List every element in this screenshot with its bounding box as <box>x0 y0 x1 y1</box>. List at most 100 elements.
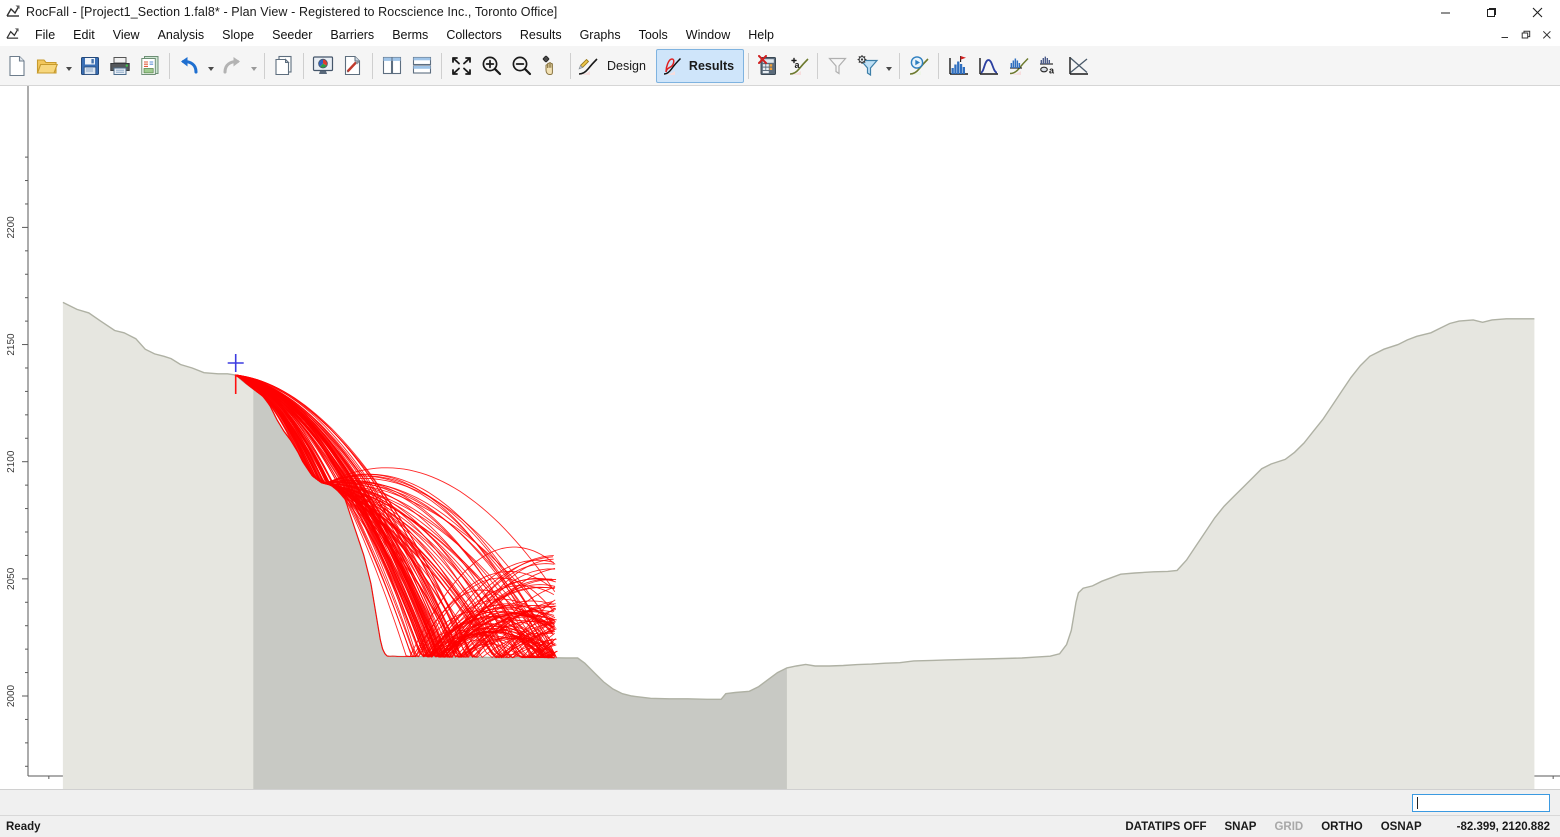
close-button[interactable] <box>1514 0 1560 24</box>
command-input[interactable] <box>1412 793 1550 812</box>
animate-button[interactable] <box>904 49 934 83</box>
plan-view-canvas[interactable]: -300-250-200-150-100-5005010015020025030… <box>0 86 1560 789</box>
menu-seeder[interactable]: Seeder <box>263 26 321 44</box>
rocfall-logo-icon <box>0 4 26 20</box>
add-data-point-button[interactable]: a <box>783 49 813 83</box>
pan-hand-icon <box>542 55 553 75</box>
main-toolbar: Design Results a a <box>0 46 1560 86</box>
copy-button[interactable] <box>269 49 299 83</box>
new-file-button[interactable] <box>2 49 32 83</box>
design-mode-label: Design <box>607 58 646 73</box>
menu-results[interactable]: Results <box>511 26 571 44</box>
toolbar-separator <box>748 52 750 79</box>
new-document-icon <box>9 55 25 76</box>
pan-button[interactable] <box>536 49 566 83</box>
document-logo-icon <box>0 27 26 43</box>
cumulative-button[interactable] <box>1003 49 1033 83</box>
menu-file[interactable]: File <box>26 26 64 44</box>
menu-help[interactable]: Help <box>739 26 783 44</box>
zoom-out-magnifier-icon <box>512 56 531 76</box>
tile-vertical-button[interactable] <box>377 49 407 83</box>
y-axis-tick-label: 2050 <box>6 567 17 590</box>
mdi-restore-button[interactable] <box>1516 26 1535 45</box>
status-snap-toggle[interactable]: SNAP <box>1216 821 1266 833</box>
undo-arrow-icon <box>181 56 198 74</box>
toolbar-separator <box>899 52 901 79</box>
redo-dropdown-caret[interactable] <box>247 49 260 83</box>
zoom-out-button[interactable] <box>506 49 536 83</box>
text-cursor-icon <box>1417 796 1418 809</box>
filter-settings-dropdown-caret[interactable] <box>882 49 895 83</box>
open-file-button[interactable] <box>32 49 62 83</box>
funnel-settings-icon <box>857 55 878 76</box>
compute-button[interactable] <box>753 49 783 83</box>
open-file-dropdown-caret[interactable] <box>62 49 75 83</box>
menu-slope[interactable]: Slope <box>213 26 263 44</box>
report-button[interactable] <box>135 49 165 83</box>
cumulative-bars-icon <box>1009 57 1029 75</box>
data-summary-button[interactable]: a <box>1033 49 1063 83</box>
histogram-button[interactable] <box>943 49 973 83</box>
menu-window[interactable]: Window <box>677 26 739 44</box>
undo-dropdown-caret[interactable] <box>204 49 217 83</box>
filter-button <box>822 49 852 83</box>
undo-button[interactable] <box>174 49 204 83</box>
scatter-plot-button[interactable] <box>1063 49 1093 83</box>
results-mode-label: Results <box>688 58 735 73</box>
rocfall-application-window: RocFall - [Project1_Section 1.fal8* - Pl… <box>0 0 1560 837</box>
print-button[interactable] <box>105 49 135 83</box>
save-button[interactable] <box>75 49 105 83</box>
status-datatips-toggle[interactable]: DATATIPS OFF <box>1116 821 1215 833</box>
distribution-button[interactable] <box>973 49 1003 83</box>
report-pages-icon <box>140 56 158 75</box>
menu-barriers[interactable]: Barriers <box>321 26 383 44</box>
zoom-all-button[interactable] <box>446 49 476 83</box>
results-curve-icon <box>663 57 681 75</box>
open-folder-icon <box>36 58 58 74</box>
mdi-minimize-button[interactable] <box>1495 26 1514 45</box>
data-summary-icon: a <box>1039 56 1055 76</box>
toolbar-separator <box>570 52 571 79</box>
toolbar-separator <box>441 52 442 79</box>
filter-settings-button[interactable] <box>852 49 882 83</box>
minimize-button[interactable] <box>1422 0 1468 24</box>
edit-properties-button[interactable] <box>338 49 368 83</box>
menu-edit[interactable]: Edit <box>64 26 104 44</box>
menu-view[interactable]: View <box>104 26 149 44</box>
toolbar-separator <box>938 52 940 79</box>
y-axis-tick-label: 2200 <box>6 216 17 239</box>
results-mode-button[interactable]: Results <box>655 48 745 83</box>
status-grid-toggle[interactable]: GRID <box>1265 821 1312 833</box>
distribution-curve-icon <box>978 58 998 75</box>
menu-tools[interactable]: Tools <box>630 26 677 44</box>
menu-bar: File Edit View Analysis Slope Seeder Bar… <box>0 24 1560 46</box>
toolbar-separator <box>817 52 819 79</box>
svg-text:a: a <box>1049 66 1055 76</box>
menu-analysis[interactable]: Analysis <box>149 26 214 44</box>
mdi-close-button[interactable] <box>1537 26 1556 45</box>
toolbar-separator <box>264 52 265 79</box>
maximize-button[interactable] <box>1468 0 1514 24</box>
zoom-all-arrows-icon <box>451 56 471 75</box>
command-bar <box>0 789 1560 815</box>
window-title: RocFall - [Project1_Section 1.fal8* - Pl… <box>26 4 558 19</box>
design-mode-button[interactable]: Design <box>601 49 656 83</box>
display-options-button[interactable] <box>308 49 338 83</box>
status-osnap-toggle[interactable]: OSNAP <box>1372 821 1431 833</box>
copy-pages-icon <box>275 55 292 76</box>
menu-collectors[interactable]: Collectors <box>437 26 511 44</box>
printer-icon <box>110 56 130 75</box>
redo-button <box>217 49 247 83</box>
page-pencil-icon <box>344 55 361 76</box>
play-animate-icon <box>909 56 929 75</box>
tile-horizontal-button[interactable] <box>407 49 437 83</box>
y-axis-tick-label: 2100 <box>6 450 17 473</box>
slope-profile-plot[interactable]: -300-250-200-150-100-5005010015020025030… <box>0 86 1560 789</box>
menu-graphs[interactable]: Graphs <box>571 26 630 44</box>
zoom-in-button[interactable] <box>476 49 506 83</box>
status-ortho-toggle[interactable]: ORTHO <box>1312 821 1372 833</box>
menu-berms[interactable]: Berms <box>383 26 437 44</box>
zoom-in-magnifier-icon <box>482 56 501 76</box>
funnel-filter-icon <box>827 57 847 75</box>
window-controls <box>1422 0 1560 24</box>
